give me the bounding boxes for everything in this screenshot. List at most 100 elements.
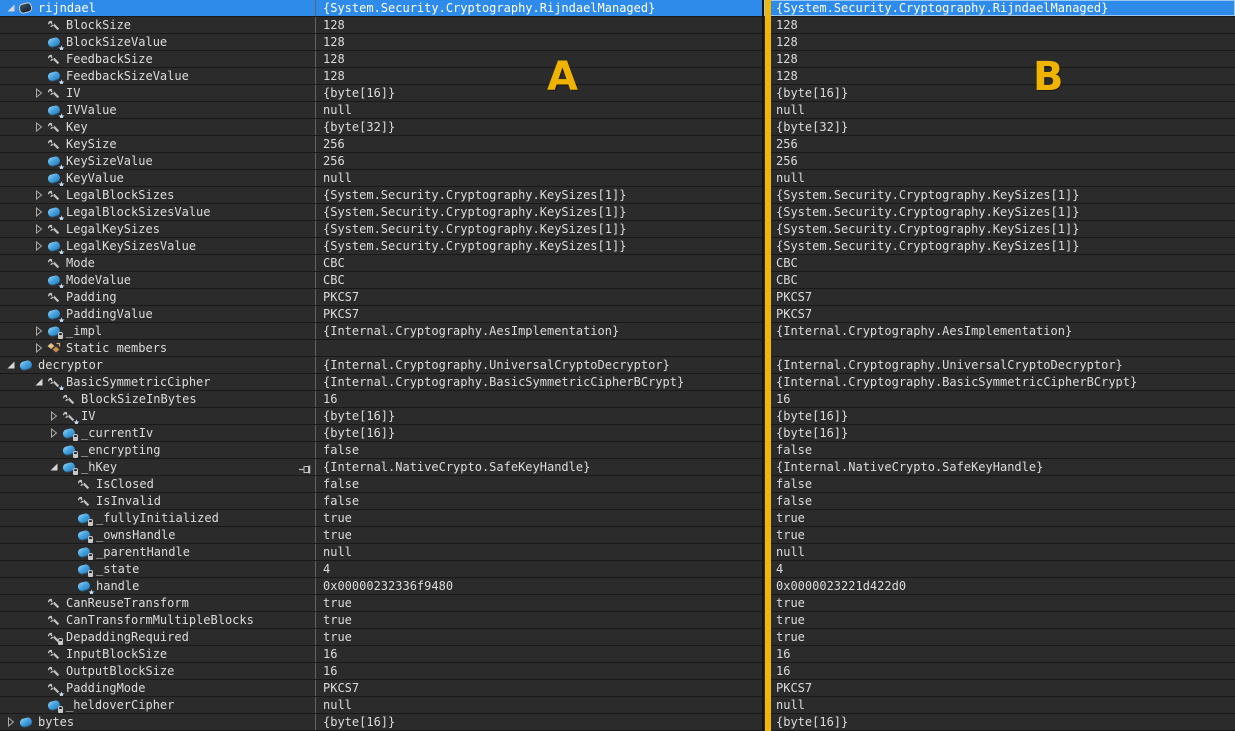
value-cell-a[interactable]: 128 [316, 68, 764, 84]
table-row[interactable]: ★ PaddingMode PKCS7 PKCS7 [0, 680, 1235, 697]
value-cell-a[interactable]: false [316, 442, 764, 458]
value-cell-a[interactable]: CBC [316, 255, 764, 271]
value-cell-b[interactable]: 128 [764, 17, 1235, 33]
value-cell-a[interactable]: PKCS7 [316, 306, 764, 322]
value-cell-a[interactable]: true [316, 510, 764, 526]
table-row[interactable]: ★ KeyValue null null [0, 170, 1235, 187]
variable-name-cell[interactable]: _heldoverCipher [0, 697, 316, 713]
table-row[interactable]: CanTransformMultipleBlocks true true [0, 612, 1235, 629]
table-row[interactable]: ★ PaddingValue PKCS7 PKCS7 [0, 306, 1235, 323]
value-cell-b[interactable]: {byte[16]} [764, 714, 1235, 730]
table-row[interactable]: InputBlockSize 16 16 [0, 646, 1235, 663]
variable-name-cell[interactable]: ★ FeedbackSizeValue [0, 68, 316, 84]
collapse-arrow-icon[interactable] [32, 376, 46, 388]
value-cell-b[interactable]: {System.Security.Cryptography.KeySizes[1… [764, 238, 1235, 254]
value-cell-a[interactable]: {System.Security.Cryptography.KeySizes[1… [316, 187, 764, 203]
value-cell-b[interactable]: CBC [764, 255, 1235, 271]
table-row[interactable]: KeySize 256 256 [0, 136, 1235, 153]
value-cell-a[interactable]: null [316, 170, 764, 186]
variable-name-cell[interactable]: LegalBlockSizes [0, 187, 316, 203]
value-cell-b[interactable]: null [764, 544, 1235, 560]
expand-arrow-icon[interactable] [32, 121, 46, 133]
table-row[interactable]: _encrypting false false [0, 442, 1235, 459]
expand-arrow-icon[interactable] [47, 427, 61, 439]
variable-name-cell[interactable]: ★ IVValue [0, 102, 316, 118]
value-cell-a[interactable]: {byte[16]} [316, 714, 764, 730]
value-cell-a[interactable]: 256 [316, 136, 764, 152]
variable-name-cell[interactable]: ★ handle [0, 578, 316, 594]
value-cell-a[interactable]: 128 [316, 17, 764, 33]
value-cell-a[interactable]: {byte[16]} [316, 425, 764, 441]
table-row[interactable]: IsClosed false false [0, 476, 1235, 493]
variable-name-cell[interactable]: FeedbackSize [0, 51, 316, 67]
variable-name-cell[interactable]: Padding [0, 289, 316, 305]
value-cell-b[interactable]: {byte[16]} [764, 408, 1235, 424]
expand-arrow-icon[interactable] [32, 342, 46, 354]
table-row[interactable]: _ownsHandle true true [0, 527, 1235, 544]
variable-name-cell[interactable]: _encrypting [0, 442, 316, 458]
value-cell-a[interactable]: false [316, 476, 764, 492]
table-row[interactable]: bytes {byte[16]} {byte[16]} [0, 714, 1235, 731]
value-cell-b[interactable]: true [764, 612, 1235, 628]
value-cell-a[interactable]: 16 [316, 646, 764, 662]
variable-name-cell[interactable]: _parentHandle [0, 544, 316, 560]
table-row[interactable]: ★ LegalKeySizesValue {System.Security.Cr… [0, 238, 1235, 255]
value-cell-b[interactable]: {System.Security.Cryptography.KeySizes[1… [764, 204, 1235, 220]
table-row[interactable]: Key {byte[32]} {byte[32]} [0, 119, 1235, 136]
table-row[interactable]: LegalBlockSizes {System.Security.Cryptog… [0, 187, 1235, 204]
value-cell-b[interactable]: {byte[16]} [764, 85, 1235, 101]
table-row[interactable]: ★ KeySizeValue 256 256 [0, 153, 1235, 170]
value-cell-b[interactable]: 0x0000023221d422d0 [764, 578, 1235, 594]
value-cell-b[interactable]: 16 [764, 646, 1235, 662]
variable-name-cell[interactable]: ★ ModeValue [0, 272, 316, 288]
value-cell-a[interactable]: {System.Security.Cryptography.KeySizes[1… [316, 204, 764, 220]
collapse-arrow-icon[interactable] [4, 2, 18, 14]
value-cell-a[interactable]: null [316, 544, 764, 560]
value-cell-b[interactable]: {System.Security.Cryptography.KeySizes[1… [764, 221, 1235, 237]
table-row[interactable]: _impl {Internal.Cryptography.AesImplemen… [0, 323, 1235, 340]
expand-arrow-icon[interactable] [32, 189, 46, 201]
expand-arrow-icon[interactable] [4, 716, 18, 728]
value-cell-b[interactable]: null [764, 102, 1235, 118]
variable-name-cell[interactable]: ★ KeySizeValue [0, 153, 316, 169]
value-cell-a[interactable]: 0x00000232336f9480 [316, 578, 764, 594]
table-row[interactable]: Padding PKCS7 PKCS7 [0, 289, 1235, 306]
value-cell-b[interactable]: {System.Security.Cryptography.RijndaelMa… [764, 0, 1235, 16]
table-row[interactable]: ★ BlockSizeValue 128 128 [0, 34, 1235, 51]
value-cell-a[interactable]: 128 [316, 34, 764, 50]
expand-arrow-icon[interactable] [32, 325, 46, 337]
variable-name-cell[interactable]: BlockSize [0, 17, 316, 33]
value-cell-a[interactable]: PKCS7 [316, 680, 764, 696]
variable-name-cell[interactable]: DepaddingRequired [0, 629, 316, 645]
variable-name-cell[interactable]: _currentIv [0, 425, 316, 441]
value-cell-b[interactable]: {Internal.NativeCrypto.SafeKeyHandle} [764, 459, 1235, 475]
variable-name-cell[interactable]: CanTransformMultipleBlocks [0, 612, 316, 628]
value-cell-a[interactable]: null [316, 102, 764, 118]
value-cell-a[interactable]: 16 [316, 663, 764, 679]
value-cell-a[interactable]: {byte[16]} [316, 408, 764, 424]
value-cell-a[interactable]: {System.Security.Cryptography.KeySizes[1… [316, 221, 764, 237]
table-row[interactable]: ★ IV {byte[16]} {byte[16]} [0, 408, 1235, 425]
variable-name-cell[interactable]: InputBlockSize [0, 646, 316, 662]
value-cell-b[interactable]: 16 [764, 391, 1235, 407]
value-cell-b[interactable]: {System.Security.Cryptography.KeySizes[1… [764, 187, 1235, 203]
table-row[interactable]: ★ IVValue null null [0, 102, 1235, 119]
variable-name-cell[interactable]: CanReuseTransform [0, 595, 316, 611]
value-cell-b[interactable]: {byte[32]} [764, 119, 1235, 135]
table-row[interactable]: _hKey {Internal.NativeCrypto.SafeKeyHand… [0, 459, 1235, 476]
value-cell-b[interactable]: false [764, 442, 1235, 458]
expand-arrow-icon[interactable] [32, 223, 46, 235]
value-cell-a[interactable] [316, 340, 764, 356]
value-cell-b[interactable]: PKCS7 [764, 289, 1235, 305]
value-cell-b[interactable]: false [764, 476, 1235, 492]
value-cell-a[interactable]: CBC [316, 272, 764, 288]
collapse-arrow-icon[interactable] [4, 359, 18, 371]
value-cell-b[interactable]: null [764, 697, 1235, 713]
table-row[interactable]: rijndael {System.Security.Cryptography.R… [0, 0, 1235, 17]
value-cell-a[interactable]: false [316, 493, 764, 509]
table-row[interactable]: _currentIv {byte[16]} {byte[16]} [0, 425, 1235, 442]
value-cell-b[interactable]: true [764, 527, 1235, 543]
value-cell-b[interactable]: 128 [764, 34, 1235, 50]
variable-name-cell[interactable]: BlockSizeInBytes [0, 391, 316, 407]
table-row[interactable]: OutputBlockSize 16 16 [0, 663, 1235, 680]
